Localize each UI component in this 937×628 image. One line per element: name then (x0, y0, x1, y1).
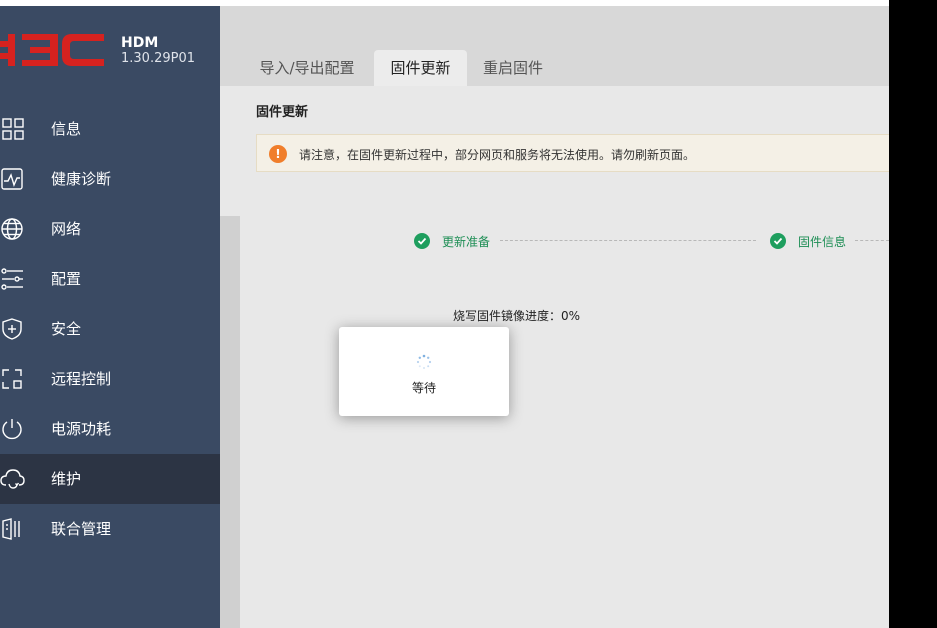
screen-border (889, 0, 937, 628)
check-circle-icon (770, 233, 786, 249)
sidebar-item-power[interactable]: 电源功耗 (0, 404, 220, 454)
step-firmware-info: 固件信息 (770, 232, 846, 250)
remote-icon (0, 367, 26, 391)
h3c-logo (0, 32, 104, 72)
firmware-update-panel: 固件更新 ! 请注意，在固件更新过程中，部分网页和服务将无法使用。请勿刷新页面。… (240, 86, 889, 628)
product-name: HDM (121, 35, 159, 51)
tab-firmware-update[interactable]: 固件更新 (374, 50, 467, 86)
sidebar-item-label: 健康诊断 (51, 170, 112, 188)
cloud-refresh-icon (0, 467, 26, 491)
power-icon (0, 417, 26, 441)
sidebar-item-label: 网络 (51, 220, 82, 238)
sidebar-item-label: 配置 (51, 270, 82, 288)
step-update-prep: 更新准备 (414, 232, 490, 250)
sidebar-item-federation[interactable]: 联合管理 (0, 504, 220, 554)
sliders-icon (0, 267, 26, 291)
step-label: 更新准备 (442, 234, 491, 249)
sidebar-item-maintenance[interactable]: 维护 (0, 454, 220, 504)
globe-icon (0, 217, 26, 241)
product-info: HDM 1.30.29P01 (121, 35, 195, 67)
panel-title: 固件更新 (256, 105, 309, 120)
loading-text: 等待 (411, 381, 436, 395)
check-circle-icon (414, 233, 430, 249)
server-icon (0, 517, 26, 541)
sidebar-item-health[interactable]: 健康诊断 (0, 154, 220, 204)
tab-restart-firmware[interactable]: 重启固件 (467, 50, 559, 86)
loading-dialog: 等待 (339, 327, 509, 416)
sidebar-item-config[interactable]: 配置 (0, 254, 220, 304)
pulse-icon (0, 167, 26, 191)
shield-icon (0, 317, 26, 341)
sidebar-item-label: 维护 (51, 470, 82, 488)
sidebar: HDM 1.30.29P01 信息 健康诊断 网络 配置 安全 远程控制 电源功… (0, 6, 220, 628)
sidebar-item-network[interactable]: 网络 (0, 204, 220, 254)
app-window: HDM 1.30.29P01 信息 健康诊断 网络 配置 安全 远程控制 电源功… (0, 0, 889, 628)
step-connector (855, 240, 889, 241)
product-version: 1.30.29P01 (121, 51, 196, 66)
spinner-icon (416, 354, 432, 370)
sidebar-item-info[interactable]: 信息 (0, 104, 220, 154)
grid-icon (0, 117, 26, 141)
content-gutter-lower (220, 216, 240, 628)
content-gutter (220, 86, 240, 216)
sidebar-item-label: 信息 (51, 120, 82, 138)
progress-text: 烧写固件镜像进度：0% (453, 309, 581, 323)
sidebar-item-label: 安全 (51, 320, 82, 338)
step-connector (500, 240, 756, 241)
sidebar-item-label: 联合管理 (51, 520, 112, 538)
notice-text: 请注意，在固件更新过程中，部分网页和服务将无法使用。请勿刷新页面。 (299, 148, 696, 162)
sidebar-item-security[interactable]: 安全 (0, 304, 220, 354)
tab-import-export-config[interactable]: 导入/导出配置 (240, 50, 374, 86)
warning-icon: ! (269, 145, 287, 163)
sidebar-item-label: 远程控制 (51, 370, 112, 388)
step-label: 固件信息 (798, 234, 847, 249)
warning-notice: ! 请注意，在固件更新过程中，部分网页和服务将无法使用。请勿刷新页面。 (256, 134, 889, 172)
sidebar-item-remote[interactable]: 远程控制 (0, 354, 220, 404)
sidebar-item-label: 电源功耗 (51, 420, 112, 438)
